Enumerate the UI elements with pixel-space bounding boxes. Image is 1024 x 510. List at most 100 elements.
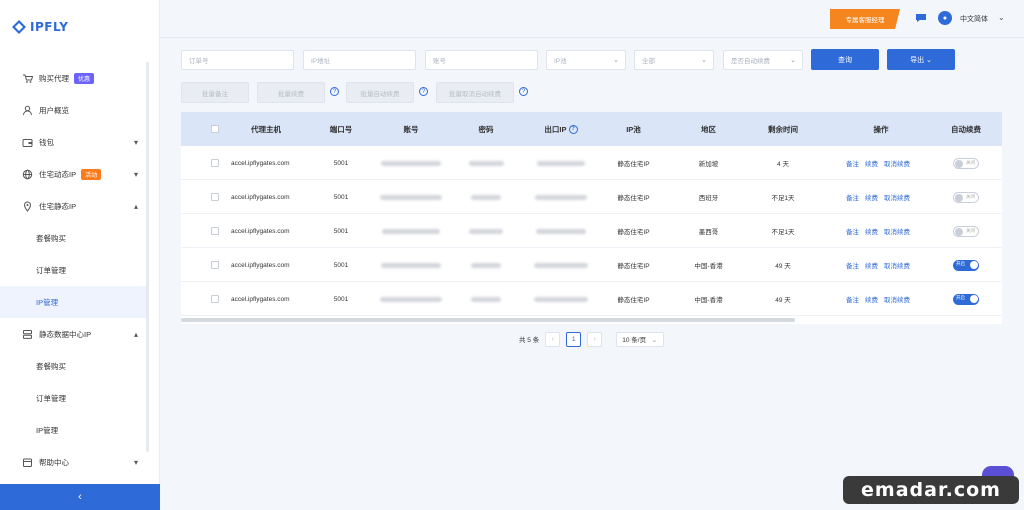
sidebar-scrollbar[interactable] (146, 62, 149, 452)
select-all-checkbox[interactable] (209, 112, 221, 146)
bulk-note-button[interactable]: 批量备注 (181, 82, 249, 103)
note-link[interactable]: 备注 (846, 158, 859, 168)
auto-renew-toggle[interactable]: 开启 (953, 293, 979, 305)
sidebar-item-wallet[interactable]: 钱包 ▾ (0, 126, 160, 158)
sidebar-collapse-button[interactable]: ‹ (0, 484, 160, 510)
note-link[interactable]: 备注 (846, 226, 859, 236)
masked-password (471, 296, 501, 302)
renew-link[interactable]: 续费 (865, 294, 878, 304)
exit-ip-cell (526, 146, 596, 180)
host-cell: accel.ipflygates.com (231, 295, 290, 303)
cancel-renew-link[interactable]: 取消续费 (884, 158, 910, 168)
chevron-left-icon: ‹ (78, 491, 82, 503)
sidebar-item-static-ip[interactable]: 住宅静态IP ▴ (0, 190, 160, 222)
cancel-renew-link[interactable]: 取消续费 (884, 294, 910, 304)
query-button[interactable]: 查询 (811, 49, 879, 70)
user-icon (22, 105, 33, 116)
sidebar-item-label: 订单管理 (36, 393, 66, 403)
toggle-knob (955, 193, 963, 202)
export-button[interactable]: 导出 ⌄ (887, 49, 955, 70)
cancel-renew-link[interactable]: 取消续费 (884, 260, 910, 270)
sidebar-item-datacenter-ip[interactable]: 静态数据中心IP ▴ (0, 318, 160, 350)
row-checkbox-cell[interactable] (209, 180, 221, 214)
sidebar-item-overview[interactable]: 用户概览 (0, 94, 160, 126)
order-number-input[interactable]: 订单号 (181, 50, 294, 70)
prev-page-button[interactable]: ‹ (545, 331, 561, 347)
chevron-down-icon: ⌄ (613, 57, 619, 64)
checkbox[interactable] (211, 159, 219, 167)
note-link[interactable]: 备注 (846, 192, 859, 202)
masked-account (381, 160, 441, 166)
exit-ip-cell (526, 282, 596, 316)
sidebar-subitem-package[interactable]: 套餐购买 (0, 222, 160, 254)
note-link[interactable]: 备注 (846, 260, 859, 270)
pool-cell: 静态住宅IP (617, 195, 650, 202)
row-checkbox-cell[interactable] (209, 214, 221, 248)
table-horizontal-scrollbar[interactable] (181, 318, 795, 322)
column-header: IP池 (626, 124, 641, 134)
row-checkbox-cell[interactable] (209, 248, 221, 282)
cancel-renew-link[interactable]: 取消续费 (884, 192, 910, 202)
cart-icon (22, 73, 33, 84)
renew-link[interactable]: 续费 (865, 158, 878, 168)
help-icon[interactable]: ? (330, 87, 339, 96)
help-icon[interactable]: ? (419, 87, 428, 96)
sidebar-subitem-package[interactable]: 套餐购买 (0, 350, 160, 382)
row-checkbox-cell[interactable] (209, 146, 221, 180)
help-icon[interactable]: ? (519, 87, 528, 96)
bulk-renew-button[interactable]: 批量续费 (257, 82, 325, 103)
region-cell: 中国-香港 (694, 263, 723, 270)
bulk-cancel-auto-renew-button[interactable]: 批量取消自动续费 (436, 82, 514, 103)
sidebar-item-label: IP管理 (36, 297, 59, 307)
chevron-left-icon: ‹ (551, 335, 554, 343)
renew-link[interactable]: 续费 (865, 192, 878, 202)
account-input[interactable]: 账号 (425, 50, 538, 70)
auto-renew-toggle[interactable]: 开启 (953, 259, 979, 271)
auto-renew-toggle[interactable]: 关闭 (953, 225, 979, 237)
column-header: 剩余时间 (768, 124, 798, 134)
checkbox[interactable] (211, 227, 219, 235)
sidebar-item-buy-proxy[interactable]: 购买代理 优惠 (0, 62, 160, 94)
checkbox[interactable] (211, 295, 219, 303)
checkbox[interactable] (211, 193, 219, 201)
sidebar-subitem-orders[interactable]: 订单管理 (0, 254, 160, 286)
toggle-knob (955, 227, 963, 236)
brand-logo[interactable]: IPFLY (12, 20, 68, 34)
sidebar-subitem-ip-manage-active[interactable]: IP管理 (0, 286, 148, 318)
sidebar-item-help-center[interactable]: 帮助中心 ▾ (0, 446, 160, 478)
sidebar-subitem-ip-manage[interactable]: IP管理 (0, 414, 160, 446)
message-icon[interactable] (915, 13, 927, 23)
language-selector[interactable]: 中文简体 (960, 14, 988, 24)
status-select[interactable]: 全部 ⌄ (634, 50, 714, 70)
sidebar-item-dynamic-ip[interactable]: 住宅动态IP 活动 ▾ (0, 158, 160, 190)
checkbox[interactable] (211, 261, 219, 269)
auto-renew-toggle[interactable]: 关闭 (953, 157, 979, 169)
next-page-button[interactable]: › (587, 331, 603, 347)
pin-icon (22, 200, 33, 212)
sidebar-item-label: 用户概览 (39, 105, 69, 115)
account-manager-button[interactable]: 专属客服经理 (830, 9, 900, 29)
table-row: accel.ipflygates.com 5001 静态住宅IP 新加坡 4 天… (181, 146, 1002, 180)
auto-renew-toggle[interactable]: 关闭 (953, 191, 979, 203)
renew-link[interactable]: 续费 (865, 226, 878, 236)
column-header-exit-ip: 出口IP ? (531, 112, 591, 146)
column-header: 端口号 (329, 124, 353, 134)
page-size-select[interactable]: 10 条/页 ⌄ (616, 331, 665, 347)
sidebar-item-label: 住宅动态IP (39, 169, 77, 179)
note-link[interactable]: 备注 (846, 294, 859, 304)
ip-address-input[interactable]: IP地址 (303, 50, 416, 70)
help-icon[interactable]: ? (568, 124, 578, 134)
auto-renew-select[interactable]: 是否自动续费 ⌄ (723, 50, 803, 70)
row-checkbox-cell[interactable] (209, 282, 221, 316)
host-cell: accel.ipflygates.com (231, 159, 290, 167)
cancel-renew-link[interactable]: 取消续费 (884, 226, 910, 236)
remaining-cell: 49 天 (775, 263, 791, 270)
page-number-button[interactable]: 1 (566, 331, 582, 347)
sidebar-subitem-orders[interactable]: 订单管理 (0, 382, 160, 414)
ip-pool-select[interactable]: IP池 ⌄ (546, 50, 626, 70)
pagination: 共 5 条 ‹ 1 › 10 条/页 ⌄ (519, 331, 665, 347)
bulk-auto-renew-button[interactable]: 批量自动续费 (346, 82, 414, 103)
user-avatar[interactable]: ● (938, 11, 952, 25)
renew-link[interactable]: 续费 (865, 260, 878, 270)
checkbox[interactable] (211, 125, 219, 133)
